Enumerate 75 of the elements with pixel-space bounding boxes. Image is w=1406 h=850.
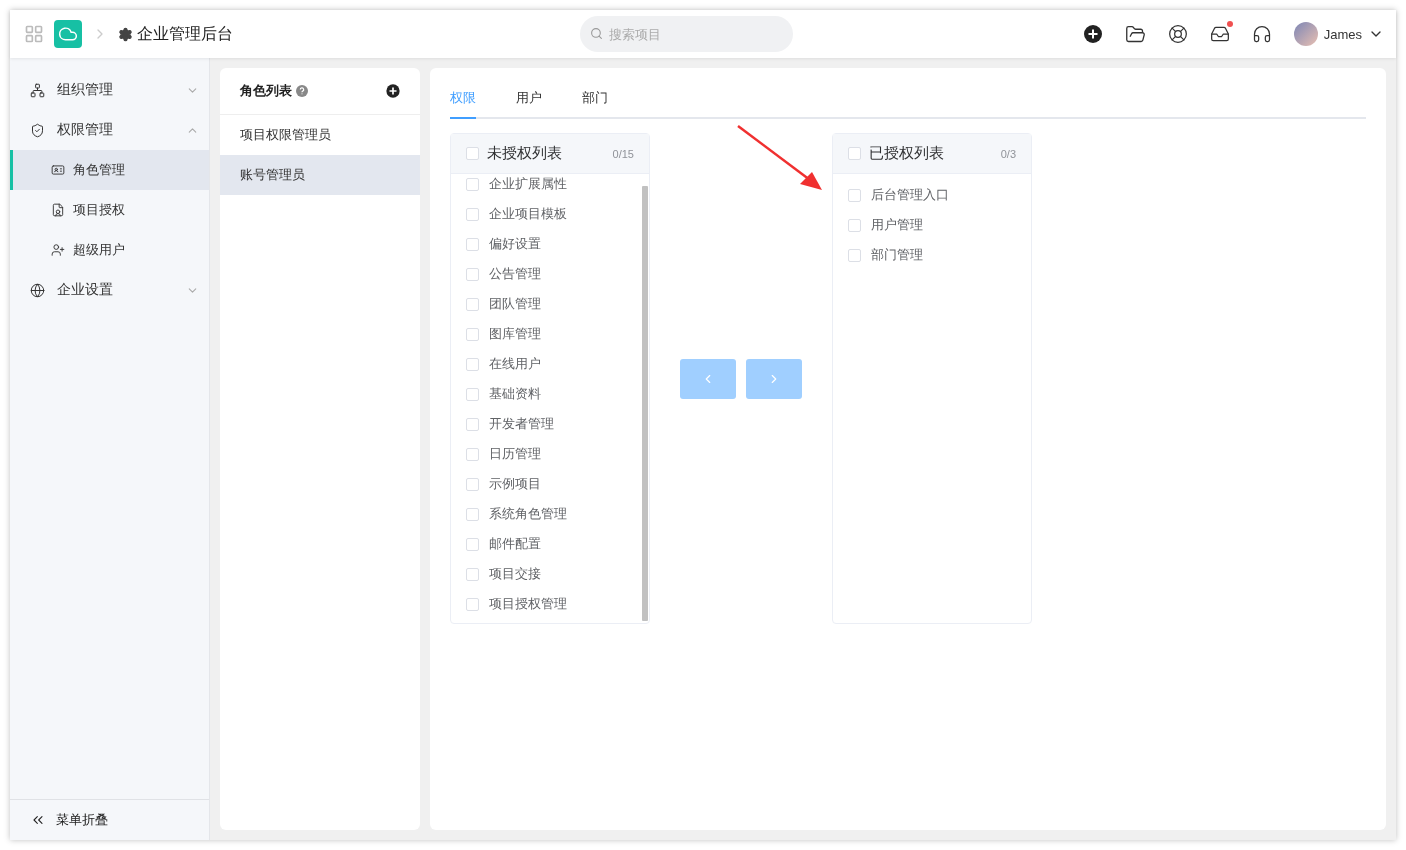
list-item[interactable]: 项目交接 (489, 565, 541, 583)
headset-icon[interactable] (1251, 24, 1272, 44)
panel-title: 角色列表 (240, 82, 292, 100)
add-icon[interactable] (386, 84, 400, 98)
list-item[interactable]: 企业项目模板 (489, 205, 567, 223)
checkbox[interactable] (466, 597, 479, 611)
checkbox[interactable] (848, 248, 861, 262)
inbox-icon[interactable] (1209, 24, 1230, 44)
checkbox[interactable] (848, 218, 861, 232)
avatar[interactable] (1293, 22, 1318, 46)
checkbox[interactable] (466, 477, 479, 491)
list-item[interactable]: 邮件配置 (489, 535, 541, 553)
list-item[interactable]: 图库管理 (489, 325, 541, 343)
list-item[interactable]: 企业扩展属性 (489, 175, 567, 193)
menu-item[interactable]: 项目授权 (10, 190, 209, 230)
list-item[interactable]: 开发者管理 (489, 415, 554, 433)
list-item[interactable]: 部门管理 (871, 246, 923, 264)
app-title: 企业管理后台 (137, 23, 233, 44)
panel-title: 已授权列表 (869, 144, 945, 163)
hierarchy-icon (30, 82, 45, 98)
checkbox[interactable] (466, 417, 479, 431)
checkbox[interactable] (466, 177, 479, 191)
menu-item[interactable]: 角色管理 (10, 150, 209, 190)
list-item[interactable]: 用户管理 (871, 216, 923, 234)
search-field[interactable]: 搜索项目 (580, 16, 793, 52)
checkbox[interactable] (466, 327, 479, 341)
checkbox[interactable] (466, 567, 479, 581)
list-item[interactable]: 基础资料 (489, 385, 541, 403)
menu-group[interactable]: 组织管理 (10, 70, 209, 110)
document-user-icon (51, 203, 65, 217)
panel-title: 未授权列表 (487, 144, 563, 163)
role-item[interactable]: 账号管理员 (220, 155, 420, 195)
folder-icon[interactable] (1124, 23, 1146, 45)
list-item[interactable]: 项目授权管理 (489, 595, 567, 613)
list-item[interactable]: 示例项目 (489, 475, 541, 493)
id-card-icon (51, 163, 65, 177)
checkbox[interactable] (466, 237, 479, 251)
add-icon[interactable] (1082, 24, 1103, 44)
list-item[interactable]: 团队管理 (489, 295, 541, 313)
user-name[interactable]: James (1323, 26, 1362, 42)
checkbox[interactable] (466, 147, 479, 160)
user-plus-icon (51, 243, 65, 257)
help-icon[interactable] (296, 85, 308, 97)
menu-group[interactable]: 企业设置 (10, 270, 209, 310)
checkbox[interactable] (466, 447, 479, 461)
checkbox[interactable] (466, 297, 479, 311)
checkbox[interactable] (466, 267, 479, 281)
search-icon (590, 27, 603, 40)
lifebuoy-icon[interactable] (1167, 24, 1188, 44)
list-item[interactable]: 日历管理 (489, 445, 541, 463)
list-item[interactable]: 后台管理入口 (871, 186, 949, 204)
list-item[interactable]: 系统角色管理 (489, 505, 567, 523)
tab[interactable]: 用户 (516, 86, 542, 119)
apps-grid-icon[interactable] (24, 24, 44, 44)
collapse-menu-button[interactable]: 菜单折叠 (10, 799, 209, 840)
checkbox[interactable] (466, 507, 479, 521)
scrollbar[interactable] (642, 186, 648, 621)
selection-count: 0/15 (612, 147, 634, 160)
menu-item[interactable]: 超级用户 (10, 230, 209, 270)
checkbox[interactable] (848, 147, 861, 160)
checkbox[interactable] (466, 537, 479, 551)
shield-icon (30, 122, 45, 138)
tab[interactable]: 部门 (582, 86, 608, 119)
checkbox[interactable] (466, 207, 479, 221)
checkbox[interactable] (466, 387, 479, 401)
selection-count: 0/3 (1000, 147, 1016, 160)
checkbox[interactable] (466, 357, 479, 371)
settings-icon (118, 26, 133, 42)
list-item[interactable]: 在线用户 (489, 355, 541, 373)
checkbox[interactable] (848, 188, 861, 202)
cloud-logo (54, 20, 82, 48)
globe-icon (30, 282, 45, 298)
list-item[interactable]: 偏好设置 (489, 235, 541, 253)
list-item[interactable]: 公告管理 (489, 265, 541, 283)
menu-group[interactable]: 权限管理 (10, 110, 209, 150)
